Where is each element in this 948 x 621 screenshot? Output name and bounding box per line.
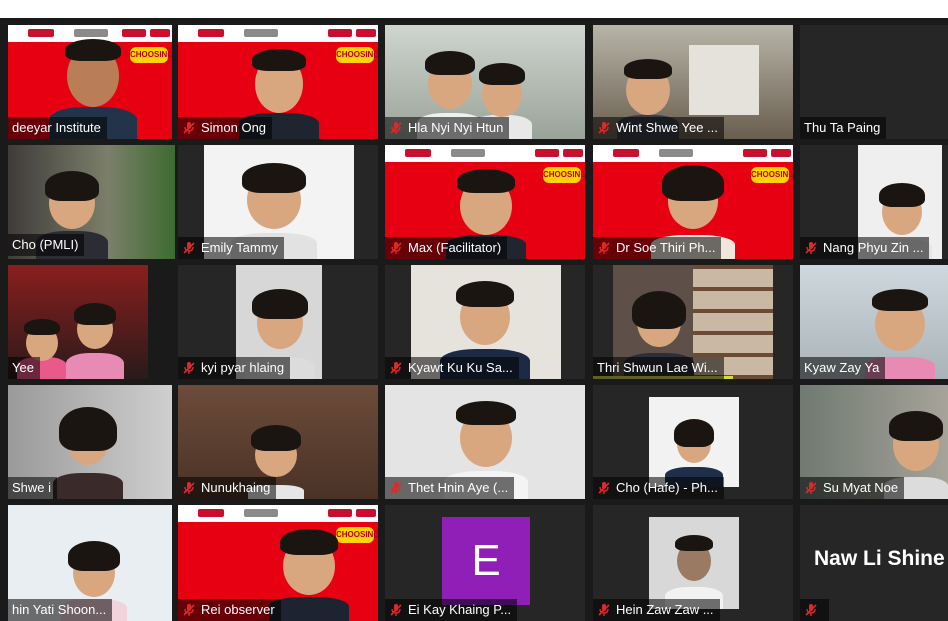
video-tile[interactable]: hin Yati Shoon... [8, 505, 172, 621]
muted-mic-icon [183, 604, 195, 616]
video-tile[interactable]: CHOOSING Simon Ong [178, 25, 378, 139]
video-tile[interactable]: Nang Phyu Zin ... [800, 145, 948, 259]
muted-mic-icon [183, 242, 195, 254]
video-tile[interactable]: E Ei Kay Khaing P... [385, 505, 585, 621]
muted-mic-icon [390, 362, 402, 374]
muted-mic-icon [183, 122, 195, 134]
video-tile[interactable]: Su Myat Noe [800, 385, 948, 499]
participant-name-label: Rei observer [178, 599, 281, 621]
video-tile[interactable]: CHOOSING deeyar Institute [8, 25, 172, 139]
video-tile[interactable]: Kyawt Ku Ku Sa... [385, 265, 585, 379]
muted-mic-icon [805, 242, 817, 254]
participant-name-label: Cho (PMLI) [8, 234, 85, 256]
video-tile[interactable]: Hla Nyi Nyi Htun [385, 25, 585, 139]
choosing-badge: CHOOSING [751, 167, 793, 183]
video-tile[interactable]: Emily Tammy [178, 145, 378, 259]
video-tile[interactable]: Thu Ta Paing [800, 25, 948, 139]
muted-mic-icon [390, 242, 402, 254]
participant-name-label: Nunukhaing [178, 477, 277, 499]
participant-name-label [800, 599, 829, 621]
participant-name-label: hin Yati Shoon... [8, 599, 113, 621]
participant-name-label: Wint Shwe Yee ... [593, 117, 724, 139]
muted-mic-icon [598, 604, 610, 616]
choosing-badge: CHOOSING [336, 47, 378, 63]
participant-name-label: Su Myat Noe [800, 477, 905, 499]
muted-mic-icon [598, 122, 610, 134]
muted-mic-icon [390, 482, 402, 494]
participant-name-label: Kyawt Ku Ku Sa... [385, 357, 519, 379]
participant-name-label: Simon Ong [178, 117, 273, 139]
video-tile[interactable]: Naw Li Shine [800, 505, 948, 621]
video-tile[interactable]: Cho (Hafe) - Ph... [593, 385, 793, 499]
participant-name-label: Ei Kay Khaing P... [385, 599, 518, 621]
participant-name-label: Emily Tammy [178, 237, 285, 259]
participant-name-label: Nang Phyu Zin ... [800, 237, 930, 259]
participant-name-label: Thu Ta Paing [800, 117, 887, 139]
participant-name-label: Shwe i [8, 477, 58, 499]
video-tile[interactable]: Kyaw Zay Ya [800, 265, 948, 379]
video-tile[interactable]: Hein Zaw Zaw ... [593, 505, 793, 621]
video-tile[interactable]: Thet Hnin Aye (... [385, 385, 585, 499]
participant-name-label: Thri Shwun Lae Wi... [593, 357, 724, 379]
participant-name-label: Hla Nyi Nyi Htun [385, 117, 510, 139]
participant-name-label: Thet Hnin Aye (... [385, 477, 515, 499]
video-tile[interactable]: Nunukhaing [178, 385, 378, 499]
muted-mic-icon [805, 604, 817, 616]
video-tile[interactable]: kyi pyar hlaing [178, 265, 378, 379]
participant-name-label: Kyaw Zay Ya [800, 357, 886, 379]
participant-figure [60, 279, 130, 379]
video-tile[interactable]: Wint Shwe Yee ... [593, 25, 793, 139]
video-tile[interactable]: Shwe i [8, 385, 172, 499]
participant-name-label: Max (Facilitator) [385, 237, 508, 259]
video-tile[interactable]: Yee [8, 265, 148, 379]
fridge [689, 45, 759, 115]
video-gallery: CHOOSING deeyar Institute CHOOSING Simon… [0, 18, 948, 621]
muted-mic-icon [390, 604, 402, 616]
muted-mic-icon [183, 362, 195, 374]
muted-mic-icon [598, 242, 610, 254]
participant-name-label: deeyar Institute [8, 117, 107, 139]
participant-name-label: kyi pyar hlaing [178, 357, 291, 379]
muted-mic-icon [390, 122, 402, 134]
participant-name-card: Naw Li Shine [814, 547, 945, 570]
video-tile-active-speaker[interactable]: Cho (PMLI) [8, 145, 175, 259]
video-tile[interactable]: CHOOSING Rei observer [178, 505, 378, 621]
muted-mic-icon [805, 482, 817, 494]
muted-mic-icon [183, 482, 195, 494]
choosing-badge: CHOOSING [543, 167, 585, 183]
participant-name-label: Cho (Hafe) - Ph... [593, 477, 724, 499]
avatar: E [442, 517, 530, 605]
video-tile[interactable]: CHOOSING Max (Facilitator) [385, 145, 585, 259]
top-bar [0, 0, 948, 18]
video-tile[interactable]: CHOOSING Dr Soe Thiri Ph... [593, 145, 793, 259]
muted-mic-icon [598, 482, 610, 494]
participant-name-label: Yee [8, 357, 40, 379]
participant-name-label: Dr Soe Thiri Ph... [593, 237, 722, 259]
participant-name-label: Hein Zaw Zaw ... [593, 599, 720, 621]
video-tile[interactable]: Thri Shwun Lae Wi... [593, 265, 793, 379]
participant-figure [48, 393, 128, 499]
